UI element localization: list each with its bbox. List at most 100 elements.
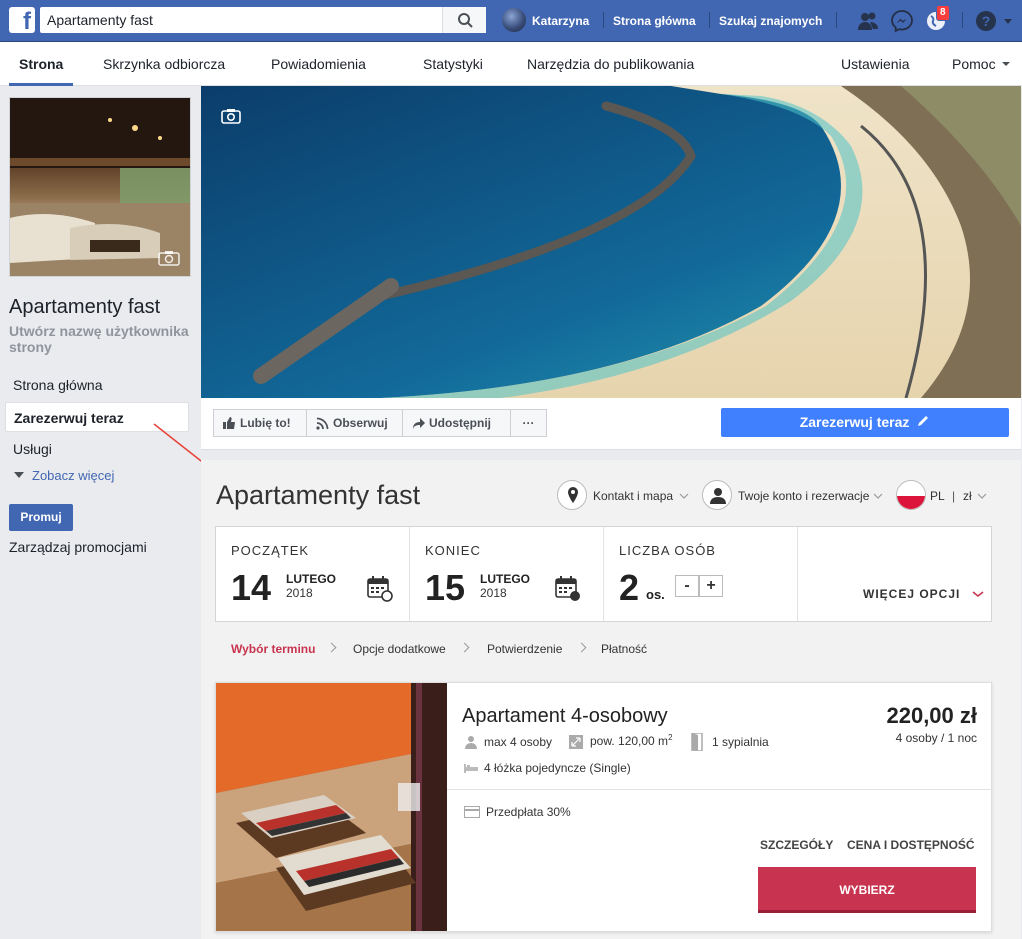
feature-bedrooms-label: 1 sypialnia (712, 735, 769, 749)
room-card: Apartament 4-osobowy 220,00 zł 4 osoby /… (215, 682, 992, 932)
room-title[interactable]: Apartament 4-osobowy (462, 705, 668, 728)
tab-statistics[interactable]: Statystyki (423, 42, 483, 86)
book-now-label: Zarezerwuj teraz (799, 414, 910, 430)
facebook-topbar: f Katarzyna Strona główna Szukaj znajomy… (0, 0, 1022, 42)
search-button[interactable] (442, 7, 486, 33)
chevron-down-icon (679, 493, 689, 499)
language-currency-selector[interactable]: PL | zł (896, 480, 988, 512)
account-reservations-label: Twoje konto i rezerwacje (738, 489, 870, 503)
see-more-label: Zobacz więcej (32, 468, 115, 483)
credit-card-icon (464, 806, 480, 818)
more-options-label: WIĘCEJ OPCJI (863, 587, 961, 601)
feature-area-superscript: 2 (668, 733, 673, 742)
account-reservations-link[interactable]: Twoje konto i rezerwacje (702, 480, 890, 512)
create-username-link[interactable]: Utwórz nazwę użytkownika strony (9, 323, 189, 355)
price-availability-button[interactable]: CENA I DOSTĘPNOŚĆ (847, 838, 975, 852)
contact-map-link[interactable]: Kontakt i mapa (557, 480, 692, 512)
messenger-icon[interactable] (890, 9, 914, 33)
see-more-link[interactable]: Zobacz więcej (13, 468, 114, 483)
start-year: 2018 (286, 586, 313, 600)
feature-max-persons: max 4 osoby (464, 735, 552, 749)
svg-text:?: ? (982, 13, 991, 29)
map-pin-icon (557, 480, 587, 510)
cover-photo[interactable] (201, 86, 1021, 398)
guests-decrease-button[interactable]: - (675, 575, 699, 597)
start-date-label: POCZĄTEK (231, 543, 310, 558)
feature-beds: 4 łóżka pojedyncze (Single) (464, 761, 631, 775)
step-chevron (459, 642, 470, 653)
step-extra-options: Opcje dodatkowe (353, 642, 446, 656)
tab-settings[interactable]: Ustawienia (841, 42, 909, 86)
profile-picture[interactable] (9, 97, 191, 277)
calendar-icon[interactable] (554, 575, 582, 603)
user-avatar[interactable] (502, 8, 526, 32)
guests-increase-button[interactable]: + (699, 575, 723, 597)
manage-promotions-link[interactable]: Zarządzaj promocjami (9, 539, 147, 555)
feature-max-persons-label: max 4 osoby (484, 735, 553, 749)
page-admin-tabs: Strona Skrzynka odbiorcza Powiadomienia … (0, 42, 1022, 113)
chevron-down-icon (873, 493, 883, 499)
chevron-down-icon (1001, 62, 1010, 66)
feature-area: pow. 120,00 m2 (569, 733, 673, 749)
start-day: 14 (231, 567, 272, 608)
bed-icon (464, 764, 478, 773)
end-year: 2018 (480, 586, 507, 600)
choose-room-button[interactable]: WYBIERZ (758, 867, 976, 913)
person-icon (465, 736, 477, 749)
home-link[interactable]: Strona główna (613, 0, 696, 42)
friends-icon[interactable] (856, 9, 880, 33)
tab-help[interactable]: Pomoc (952, 42, 1013, 86)
notifications-count-badge: 8 (936, 5, 950, 21)
follow-button[interactable]: Obserwuj (306, 409, 403, 437)
help-icon[interactable]: ? (974, 9, 998, 33)
page-name[interactable]: Apartamenty fast (9, 296, 160, 319)
share-arrow-icon (413, 418, 425, 429)
facebook-logo[interactable]: f (9, 7, 35, 33)
promote-button[interactable]: Promuj (9, 504, 73, 531)
nav-divider (836, 12, 837, 28)
find-friends-link[interactable]: Szukaj znajomych (719, 0, 822, 42)
tab-help-label: Pomoc (952, 56, 996, 72)
sidebar-item-home[interactable]: Strona główna (5, 370, 189, 400)
tab-publishing-tools[interactable]: Narzędzia do publikowania (527, 42, 694, 86)
caret-down-icon (14, 472, 24, 478)
page-sidebar: Apartamenty fast Utwórz nazwę użytkownik… (0, 86, 200, 939)
chevron-down-icon (972, 591, 984, 598)
like-button[interactable]: Lubię to! (213, 409, 307, 437)
rss-icon (316, 417, 329, 430)
details-button[interactable]: SZCZEGÓŁY (760, 838, 833, 852)
search-input[interactable] (40, 7, 440, 33)
guests-field: LICZBA OSÓB 2 os. - + (604, 527, 798, 621)
user-profile-link[interactable]: Katarzyna (532, 0, 589, 42)
beach-cover-image (201, 86, 1021, 398)
door-icon (691, 733, 703, 751)
step-date-selection: Wybór terminu (231, 642, 316, 656)
start-date-field[interactable]: POCZĄTEK 14 LUTEGO 2018 (216, 527, 410, 621)
like-button-label: Lubię to! (240, 416, 291, 430)
widget-title: Apartamenty fast (216, 480, 421, 510)
end-date-label: KONIEC (425, 543, 481, 558)
camera-icon[interactable] (158, 250, 180, 266)
search-criteria-box: POCZĄTEK 14 LUTEGO 2018 KONIEC 15 LUTEGO… (215, 526, 992, 622)
camera-icon[interactable] (221, 108, 241, 124)
book-now-button[interactable]: Zarezerwuj teraz (721, 408, 1009, 437)
prepayment-label: Przedpłata 30% (486, 805, 571, 819)
end-date-field[interactable]: KONIEC 15 LUTEGO 2018 (410, 527, 604, 621)
share-button[interactable]: Udostępnij (402, 409, 511, 437)
tab-notifications[interactable]: Powiadomienia (271, 42, 366, 86)
more-options-button[interactable]: WIĘCEJ OPCJI (863, 587, 985, 601)
area-icon (569, 735, 583, 749)
thumbs-up-icon (223, 417, 235, 429)
chevron-down-icon (977, 493, 987, 499)
tab-page[interactable]: Strona (9, 42, 74, 86)
calendar-icon[interactable] (366, 575, 394, 603)
guests-count: 2 (619, 567, 640, 608)
contact-map-label: Kontakt i mapa (593, 489, 674, 503)
room-photo[interactable] (216, 683, 447, 931)
tab-inbox[interactable]: Skrzynka odbiorcza (103, 42, 225, 86)
chevron-down-icon[interactable] (1000, 9, 1016, 33)
tab-notifications-label: Powiadomienia (271, 56, 366, 72)
guests-unit: os. (646, 587, 665, 602)
more-actions-button[interactable]: ··· (510, 409, 547, 437)
prepayment-info: Przedpłata 30% (464, 805, 571, 819)
